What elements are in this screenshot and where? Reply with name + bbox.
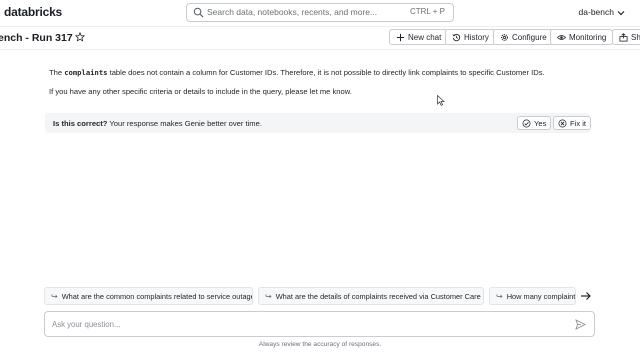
wrench-icon bbox=[558, 119, 567, 127]
send-icon[interactable] bbox=[575, 319, 586, 330]
new-chat-label: New chat bbox=[408, 32, 442, 42]
configure-button[interactable]: Configure bbox=[493, 29, 554, 45]
feedback-bar: Is this correct? Your response makes Gen… bbox=[45, 113, 592, 133]
yes-label: Yes bbox=[534, 118, 547, 128]
configure-label: Configure bbox=[512, 32, 547, 42]
gear-icon bbox=[501, 33, 508, 41]
response-line-1: The complaints table does not contain a … bbox=[49, 68, 545, 77]
disclaimer-text: Always review the accuracy of responses. bbox=[258, 341, 382, 348]
mouse-cursor-icon bbox=[437, 95, 445, 106]
fix-it-label: Fix it bbox=[570, 118, 587, 128]
return-arrow-icon: ↪ bbox=[265, 291, 272, 301]
share-icon bbox=[619, 32, 628, 42]
response-line-2: If you have any other specific criteria … bbox=[49, 87, 352, 96]
title-bar: ench - Run 317 New chat History Configur… bbox=[0, 27, 640, 49]
ask-placeholder: Ask your question... bbox=[52, 320, 121, 329]
ask-question-input[interactable]: Ask your question... bbox=[44, 311, 595, 337]
suggestion-chip[interactable]: ↪ What are the common complaints related… bbox=[44, 287, 253, 305]
return-arrow-icon: ↪ bbox=[496, 291, 503, 301]
suggestion-chip[interactable]: ↪ What are the details of complaints rec… bbox=[258, 287, 484, 305]
suggestion-label: How many complaints bbox=[506, 291, 576, 301]
top-bar: databricks Search data, notebooks, recen… bbox=[0, 0, 640, 26]
chevron-down-icon[interactable] bbox=[617, 9, 625, 17]
return-arrow-icon: ↪ bbox=[51, 291, 58, 301]
databricks-logo[interactable]: databricks bbox=[4, 5, 62, 19]
search-shortcut: CTRL + P bbox=[409, 7, 445, 16]
yes-button[interactable]: Yes bbox=[517, 116, 552, 130]
monitoring-button[interactable]: Monitoring bbox=[550, 29, 614, 45]
feedback-text: Is this correct? Your response makes Gen… bbox=[53, 119, 262, 128]
star-icon[interactable] bbox=[75, 32, 85, 42]
suggestion-label: What are the details of complaints recei… bbox=[275, 291, 484, 301]
share-label: Sha bbox=[631, 32, 640, 42]
monitoring-label: Monitoring bbox=[569, 32, 607, 42]
share-button[interactable]: Sha bbox=[612, 29, 640, 45]
table-name-code: complaints bbox=[64, 68, 108, 77]
thumbs-up-icon bbox=[522, 119, 531, 127]
workspace-switcher[interactable]: da-bench bbox=[579, 7, 614, 17]
search-placeholder: Search data, notebooks, recents, and mor… bbox=[207, 7, 378, 17]
history-label: History bbox=[464, 32, 489, 42]
new-chat-button[interactable]: New chat bbox=[389, 29, 449, 45]
history-button[interactable]: History bbox=[445, 29, 496, 45]
fix-it-button[interactable]: Fix it bbox=[553, 116, 592, 130]
search-icon bbox=[193, 7, 204, 18]
plus-icon bbox=[396, 33, 405, 41]
history-icon bbox=[452, 33, 461, 41]
global-search[interactable]: Search data, notebooks, recents, and mor… bbox=[186, 3, 454, 22]
page-title: ench - Run 317 bbox=[0, 32, 73, 44]
eye-icon bbox=[557, 34, 566, 40]
arrow-right-icon[interactable] bbox=[579, 289, 593, 303]
suggestion-label: What are the common complaints related t… bbox=[61, 291, 253, 301]
suggestion-chip[interactable]: ↪ How many complaints bbox=[489, 287, 576, 305]
title-divider bbox=[0, 49, 640, 50]
